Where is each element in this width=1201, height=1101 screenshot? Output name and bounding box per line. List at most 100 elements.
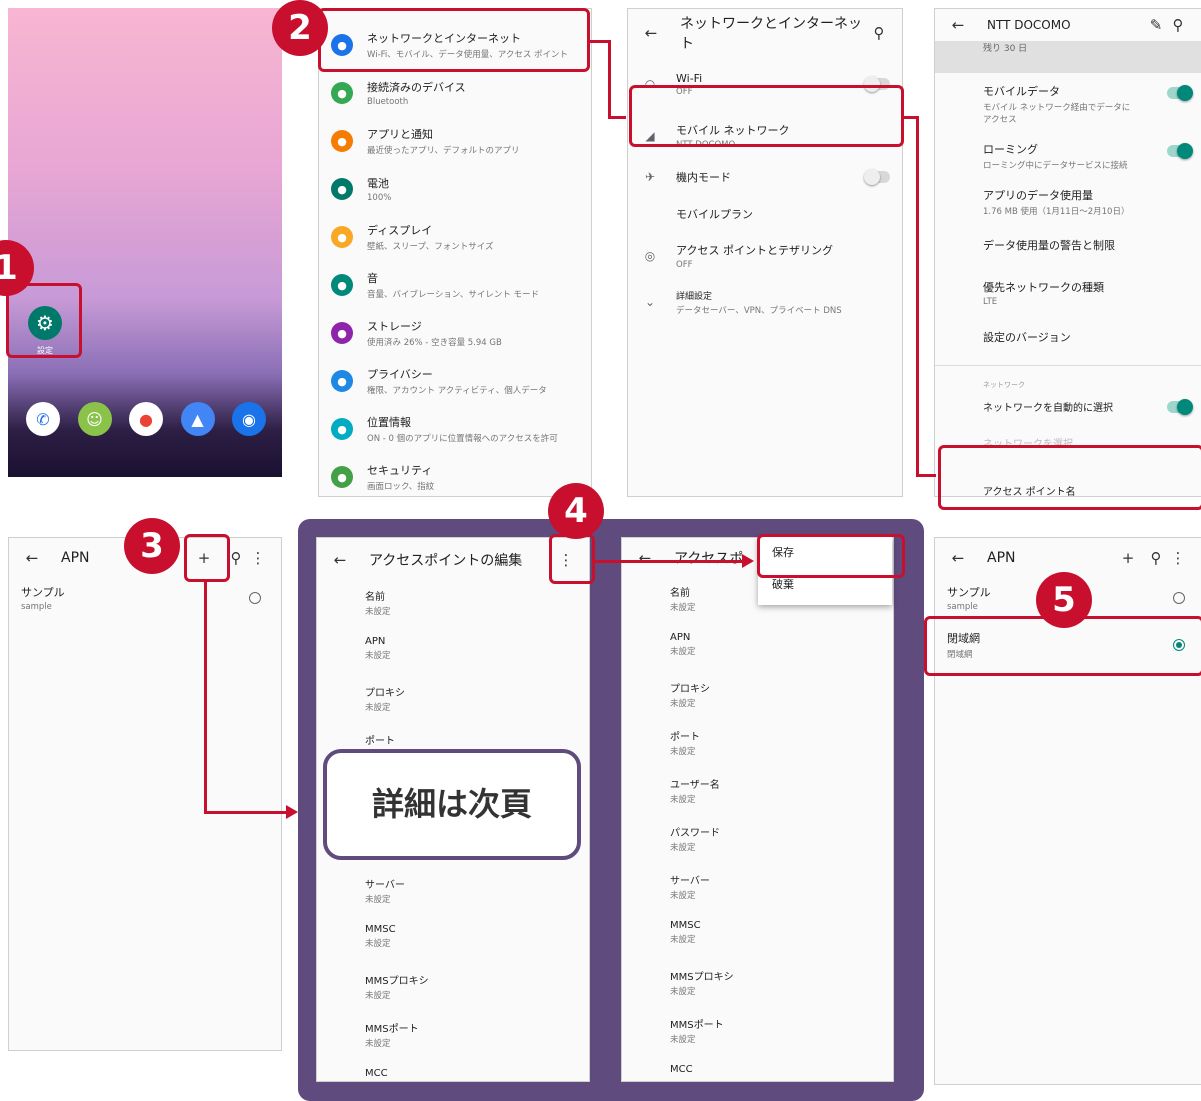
back-arrow-icon[interactable]: ← [947, 549, 969, 567]
apn-field[interactable]: MMSプロキシ 未設定 [317, 966, 589, 1014]
maps-icon[interactable]: ● [129, 402, 163, 436]
edit-icon[interactable]: ✎ [1145, 16, 1167, 34]
airplane-row[interactable]: ✈ 機内モード [628, 159, 902, 195]
apn-field[interactable]: MMSプロキシ 未設定 [622, 962, 893, 1010]
app-usage-title: アプリのデータ使用量 [983, 189, 1093, 202]
version-row[interactable]: 設定のバージョン [935, 315, 1201, 361]
settings-item[interactable]: ● アプリと通知 最近使ったアプリ、デフォルトのアプリ [319, 117, 591, 165]
apn-field[interactable]: MMSポート 未設定 [317, 1014, 589, 1062]
roaming-row[interactable]: ローミング ローミング中にデータサービスに接続 [935, 131, 1201, 177]
apn-field-label: MMSプロキシ [365, 976, 429, 987]
sound-icon: ● [331, 274, 353, 296]
settings-item-title: 位置情報 [367, 416, 411, 429]
step-badge-3: 3 [124, 518, 180, 574]
mobile-data-row[interactable]: モバイルデータ モバイル ネットワーク経由でデータにアクセス [935, 73, 1201, 131]
apn-field-label: 名前 [365, 592, 385, 603]
back-arrow-icon[interactable]: ← [21, 549, 43, 567]
hotspot-row[interactable]: ◎ アクセス ポイントとテザリング OFF [628, 233, 902, 279]
warning-row[interactable]: データ使用量の警告と制限 [935, 223, 1201, 269]
apn-item-sample[interactable]: サンプル sample [9, 578, 281, 612]
auto-select-toggle[interactable] [1167, 399, 1193, 415]
overflow-menu-icon[interactable]: ⋮ [1167, 549, 1189, 567]
apn-field[interactable]: ユーザー名未設定 [622, 770, 893, 818]
home-screen: ⚙ 設定 ✆ ☺ ● ▲ ◉ [8, 8, 282, 477]
settings-item[interactable]: ● 電池 100% [319, 165, 591, 213]
page-title: アクセスポイントの編集 [369, 553, 523, 569]
apn-field[interactable]: MCC [622, 1058, 893, 1081]
settings-item-title: セキュリティ [367, 464, 433, 477]
settings-item[interactable]: ● プライバシー 権限、アカウント アクティビティ、個人データ [319, 357, 591, 405]
advanced-row[interactable]: ⌄ 詳細設定 データセーバー、VPN、プライベート DNS [628, 279, 902, 325]
search-icon[interactable]: ⚲ [1167, 16, 1189, 34]
preferred-sub: LTE [983, 297, 998, 307]
apn-field[interactable]: 名前 未設定 [317, 582, 589, 630]
privacy-icon: ● [331, 370, 353, 392]
page-title: APN [987, 550, 1016, 566]
auto-select-row[interactable]: ネットワークを自動的に選択 [935, 395, 1201, 433]
apn-field-label: APN [670, 632, 691, 643]
apn-radio[interactable] [249, 592, 261, 604]
back-arrow-icon[interactable]: ← [329, 551, 351, 569]
connector-line [608, 40, 611, 118]
mobile-data-toggle[interactable] [1167, 85, 1193, 101]
apn-field[interactable]: APN 未設定 [622, 626, 893, 674]
phone-icon[interactable]: ✆ [26, 402, 60, 436]
settings-item-sub: 壁紙、スリープ、フォントサイズ [367, 242, 494, 252]
app-usage-sub: 1.76 MB 使用（1月11日～2月10日） [983, 207, 1130, 217]
settings-item-sub: Bluetooth [367, 97, 409, 107]
settings-item[interactable]: ● セキュリティ 画面ロック、指紋 [319, 453, 591, 496]
roaming-toggle[interactable] [1167, 143, 1193, 159]
apn-field[interactable]: サーバー 未設定 [622, 866, 893, 914]
step-badge-2: 2 [272, 0, 328, 56]
airplane-toggle[interactable] [864, 169, 890, 185]
apn-field[interactable]: MMSC 未設定 [317, 918, 589, 966]
settings-item[interactable]: ● 接続済みのデバイス Bluetooth [319, 69, 591, 117]
display-icon: ● [331, 226, 353, 248]
apn-field[interactable]: プロキシ 未設定 [317, 678, 589, 726]
arrow-head-icon [286, 805, 298, 819]
settings-item[interactable]: ● ストレージ 使用済み 26% - 空き容量 5.94 GB [319, 309, 591, 357]
page-title: ネットワークとインターネット [680, 16, 862, 52]
section-header: ネットワーク [935, 365, 1201, 395]
battery-icon: ● [331, 178, 353, 200]
search-icon[interactable]: ⚲ [1145, 549, 1167, 567]
preferred-row[interactable]: 優先ネットワークの種類 LTE [935, 269, 1201, 315]
apn-field[interactable]: MMSC 未設定 [622, 914, 893, 962]
settings-item-sub: 音量、バイブレーション、サイレント モード [367, 290, 540, 300]
back-arrow-icon[interactable]: ← [634, 549, 656, 567]
arrow-head-icon [742, 554, 754, 568]
back-arrow-icon[interactable]: ← [947, 16, 969, 34]
apn-field-value: 未設定 [670, 843, 696, 853]
settings-item[interactable]: ● 音音量、バイブレーション、サイレント モード [319, 261, 591, 309]
messages-icon[interactable]: ☺ [77, 402, 112, 436]
settings-item[interactable]: ● ディスプレイ 壁紙、スリープ、フォントサイズ [319, 213, 591, 261]
apn-field[interactable]: MMSポート 未設定 [622, 1010, 893, 1058]
step-badge-5: 5 [1036, 572, 1092, 628]
connector-line [204, 582, 207, 814]
settings-item[interactable]: ● 位置情報 ON - 0 個のアプリに位置情報へのアクセスを許可 [319, 405, 591, 453]
photos-icon[interactable]: ▲ [180, 402, 215, 436]
apn-field[interactable]: MCC [317, 1062, 589, 1081]
search-icon[interactable]: ⚲ [868, 24, 890, 42]
apn-field-value: 未設定 [365, 651, 391, 661]
camera-icon[interactable]: ◉ [232, 402, 266, 436]
apn-field[interactable]: サーバー 未設定 [317, 870, 589, 918]
add-icon[interactable]: + [1117, 549, 1139, 567]
settings-item-title: プライバシー [367, 368, 433, 381]
overflow-menu-icon[interactable]: ⋮ [247, 549, 269, 567]
apn-field-label: MCC [365, 1068, 388, 1079]
dock: ✆ ☺ ● ▲ ◉ [26, 402, 266, 436]
highlight-overflow-menu [549, 534, 595, 584]
apn-radio[interactable] [1173, 592, 1185, 604]
apn-field-value: 未設定 [365, 607, 391, 617]
app-usage-row[interactable]: アプリのデータ使用量 1.76 MB 使用（1月11日～2月10日） [935, 177, 1201, 223]
apn-field[interactable]: パスワード未設定 [622, 818, 893, 866]
apn-field[interactable]: APN 未設定 [317, 630, 589, 678]
back-arrow-icon[interactable]: ← [640, 24, 662, 42]
mobile-plan-row[interactable]: モバイルプラン [628, 195, 902, 233]
apn-field[interactable]: プロキシ 未設定 [622, 674, 893, 722]
apn-field[interactable]: ポート未設定 [622, 722, 893, 770]
settings-list-panel: ● ネットワークとインターネット Wi-Fi、モバイル、データ使用量、アクセス ポイ… [318, 8, 592, 497]
advanced-sub: データセーバー、VPN、プライベート DNS [676, 305, 842, 316]
settings-item-sub: 使用済み 26% - 空き容量 5.94 GB [367, 338, 502, 348]
